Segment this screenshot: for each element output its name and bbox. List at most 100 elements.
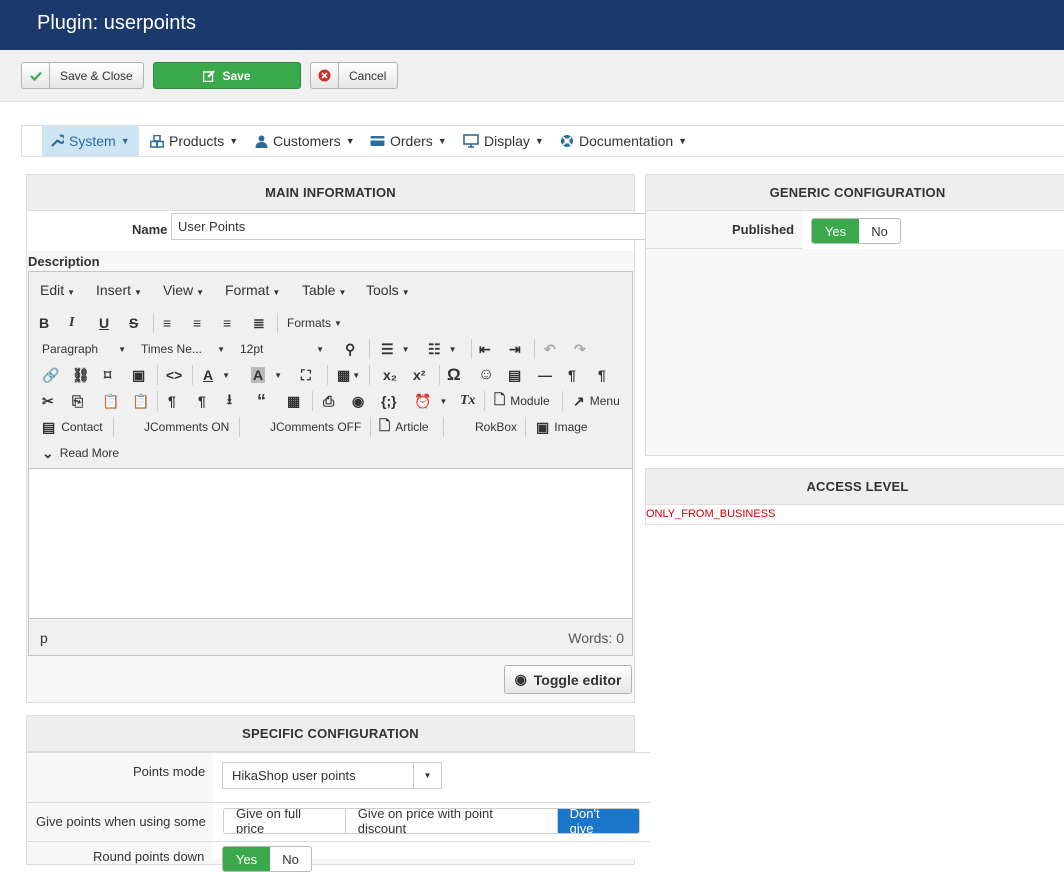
editor-menu-insert[interactable]: Insert ▼	[96, 282, 142, 298]
horizontal-rule-button[interactable]: —	[538, 364, 552, 386]
editor-content-area[interactable]	[29, 468, 632, 619]
jcomments-on-button[interactable]: JComments ON	[144, 416, 229, 438]
round-yes[interactable]: Yes	[223, 847, 270, 871]
unlink-button[interactable]: ⛓	[72, 364, 90, 386]
menu-products[interactable]: Products ▼	[142, 126, 246, 156]
save-button[interactable]: Save	[153, 62, 301, 89]
numbered-list-button[interactable]: ☷ ▼	[428, 338, 456, 360]
module-button[interactable]: 🗋 Module	[494, 390, 550, 412]
editor-menu-tools[interactable]: Tools ▼	[366, 282, 410, 298]
access-level-value: ONLY_FROM_BUSINESS	[646, 508, 776, 520]
print-icon: ⎙	[323, 392, 335, 409]
name-input[interactable]: User Points	[171, 213, 646, 240]
cancel-button[interactable]: Cancel	[310, 62, 398, 89]
published-no[interactable]: No	[859, 219, 900, 243]
cut-button[interactable]: ✂	[42, 390, 54, 412]
round-points-toggle[interactable]: Yes No	[222, 846, 312, 872]
code-button[interactable]: <>	[166, 364, 182, 386]
menu-display[interactable]: Display ▼	[455, 126, 552, 156]
datetime-button[interactable]: ⏰ ▼	[414, 390, 447, 412]
redo-button[interactable]: ↷	[574, 338, 586, 360]
visual-blocks-button[interactable]: ¶	[198, 390, 206, 412]
give-points-radio-group: Give on full price Give on price with po…	[223, 808, 640, 834]
rokbox-button[interactable]: RokBox	[475, 416, 517, 438]
copy-button[interactable]: ⎘	[72, 390, 83, 412]
article-button[interactable]: 🗋 Article	[379, 416, 429, 438]
bold-button[interactable]: B	[39, 312, 49, 334]
menu-system[interactable]: System ▼	[42, 126, 139, 156]
save-close-button[interactable]: Save & Close	[21, 62, 144, 89]
insert-button[interactable]: ⭳	[227, 390, 232, 412]
text-color-button[interactable]: A ▼	[203, 364, 230, 386]
points-mode-select[interactable]: HikaShop user points ▼	[222, 762, 442, 789]
rtl-button[interactable]: ¶	[598, 364, 606, 386]
media-button[interactable]: ▤	[508, 364, 521, 386]
emoticons-button[interactable]: ☺	[478, 364, 494, 386]
round-no[interactable]: No	[270, 847, 311, 871]
editor-menu-format[interactable]: Format ▼	[225, 282, 280, 298]
background-color-button[interactable]: A ▼	[251, 364, 282, 386]
image-insert-button[interactable]: ▣ Image	[536, 416, 588, 438]
pilcrow-icon: ¶	[198, 393, 206, 409]
indent-button[interactable]: ⇥	[509, 338, 521, 360]
eye-icon: ◉	[352, 392, 365, 409]
editor-menu-table[interactable]: Table ▼	[302, 282, 346, 298]
bullet-list-button[interactable]: ☰ ▼	[381, 338, 409, 360]
align-left-button[interactable]: ≡	[163, 312, 171, 334]
paste-text-button[interactable]: 📋	[132, 390, 149, 412]
editor-menu-edit[interactable]: Edit ▼	[40, 282, 75, 298]
menu-insert-button[interactable]: ↗ Menu	[573, 390, 620, 412]
menu-customers[interactable]: Customers ▼	[247, 126, 363, 156]
align-center-button[interactable]: ≡	[193, 312, 201, 334]
clear-format-button[interactable]: Tx	[460, 390, 476, 412]
round-points-label: Round points down	[93, 849, 205, 864]
editor-menu-view[interactable]: View ▼	[163, 282, 204, 298]
undo-button[interactable]: ↶	[544, 338, 556, 360]
fullscreen-button[interactable]: ⛶	[301, 364, 311, 386]
jcomments-off-button[interactable]: JComments OFF	[270, 416, 361, 438]
find-button[interactable]: ⚲	[345, 338, 355, 360]
anchor-button[interactable]: ⌑	[104, 364, 111, 386]
chevron-down-icon: ▼	[413, 763, 441, 788]
font-family-dropdown[interactable]: Times Ne... ▼	[141, 338, 225, 360]
link-button[interactable]: 🔗	[42, 364, 59, 386]
subscript-button[interactable]: x₂	[383, 364, 397, 386]
superscript-button[interactable]: x²	[413, 364, 425, 386]
table-button[interactable]: ▦ ▼	[337, 364, 360, 386]
insert-image-button[interactable]: ▣	[132, 364, 145, 386]
menu-orders[interactable]: Orders ▼	[362, 126, 455, 156]
published-yes[interactable]: Yes	[812, 219, 859, 243]
ltr-icon: ¶	[568, 367, 576, 383]
give-discount-price-option[interactable]: Give on price with point discount	[346, 809, 558, 833]
lifebuoy-icon	[561, 135, 573, 147]
print-button[interactable]: ⎙	[323, 390, 334, 412]
outdent-button[interactable]: ⇤	[479, 338, 491, 360]
template-vars-button[interactable]: {;}	[381, 390, 397, 412]
save-close-label: Save & Close	[60, 68, 133, 83]
visual-chars-button[interactable]: ¶	[168, 390, 176, 412]
published-toggle[interactable]: Yes No	[811, 218, 901, 244]
italic-button[interactable]: I	[69, 312, 74, 334]
read-more-button[interactable]: ⌄ Read More	[42, 442, 119, 464]
special-char-button[interactable]: Ω	[447, 364, 461, 386]
paragraph-dropdown[interactable]: Paragraph ▼	[42, 338, 126, 360]
formats-dropdown[interactable]: Formats ▼	[287, 312, 342, 334]
dont-give-option[interactable]: Don't give	[557, 809, 639, 833]
contact-button[interactable]: ▤ Contact	[42, 416, 103, 438]
underline-button[interactable]: U	[99, 312, 109, 334]
give-full-price-option[interactable]: Give on full price	[224, 809, 346, 833]
blockquote-button[interactable]: “	[257, 390, 266, 412]
preview-button[interactable]: ◉	[352, 390, 364, 412]
justify-button[interactable]: ≣	[253, 312, 265, 334]
word-count: Words: 0	[568, 630, 624, 646]
paste-button[interactable]: 📋	[102, 390, 119, 412]
font-size-dropdown[interactable]: 12pt ▼	[240, 338, 324, 360]
strikethrough-button[interactable]: S	[129, 312, 138, 334]
toggle-editor-button[interactable]: ◉ Toggle editor	[504, 665, 632, 694]
menu-documentation[interactable]: Documentation ▼	[552, 126, 695, 156]
align-right-button[interactable]: ≡	[223, 312, 231, 334]
ltr-button[interactable]: ¶	[568, 364, 576, 386]
template-button[interactable]: ▦	[287, 390, 300, 412]
cancel-icon	[311, 63, 339, 88]
cancel-label: Cancel	[349, 68, 387, 83]
